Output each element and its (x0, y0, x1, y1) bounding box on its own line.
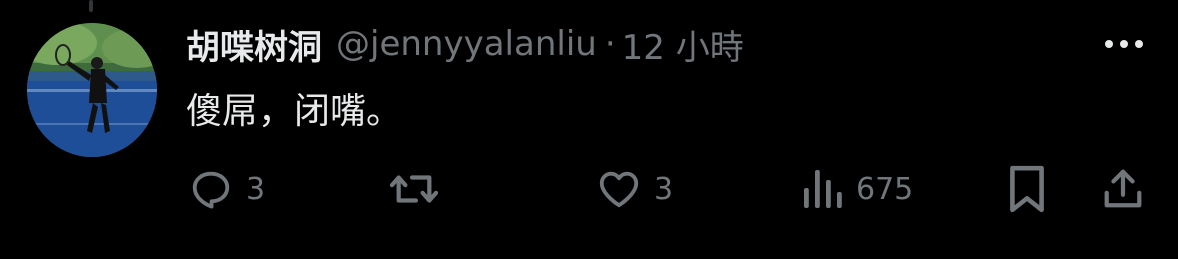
display-name[interactable]: 胡喋树洞 (186, 20, 322, 69)
reply-button[interactable]: 3 (188, 162, 265, 216)
tweet-text: 傻屌，闭嘴。 (186, 91, 403, 132)
timestamp[interactable]: 12 小時 (622, 20, 744, 69)
more-options-button[interactable] (1100, 26, 1148, 62)
like-count: 3 (654, 171, 674, 207)
share-button[interactable] (1100, 162, 1146, 216)
thread-connector-line (89, 0, 93, 12)
views-button[interactable]: 675 (802, 162, 913, 216)
more-horizontal-icon (1105, 40, 1143, 48)
separator-dot: · (604, 24, 616, 64)
bookmark-button[interactable] (1004, 162, 1050, 216)
user-handle[interactable]: @jennyyalanliu (336, 24, 597, 64)
share-icon (1104, 169, 1142, 208)
views-count: 675 (856, 171, 914, 207)
avatar[interactable] (27, 23, 157, 157)
views-chart-icon (804, 170, 842, 208)
heart-icon (599, 171, 639, 208)
reply-icon (192, 171, 230, 209)
reply-count: 3 (246, 171, 266, 207)
avatar-image (27, 23, 157, 157)
repost-icon (389, 175, 439, 203)
like-button[interactable]: 3 (596, 162, 673, 216)
bookmark-icon (1010, 165, 1044, 213)
tweet-header: 胡喋树洞 @jennyyalanliu · 12 小時 (186, 18, 744, 70)
repost-button[interactable] (386, 162, 454, 216)
